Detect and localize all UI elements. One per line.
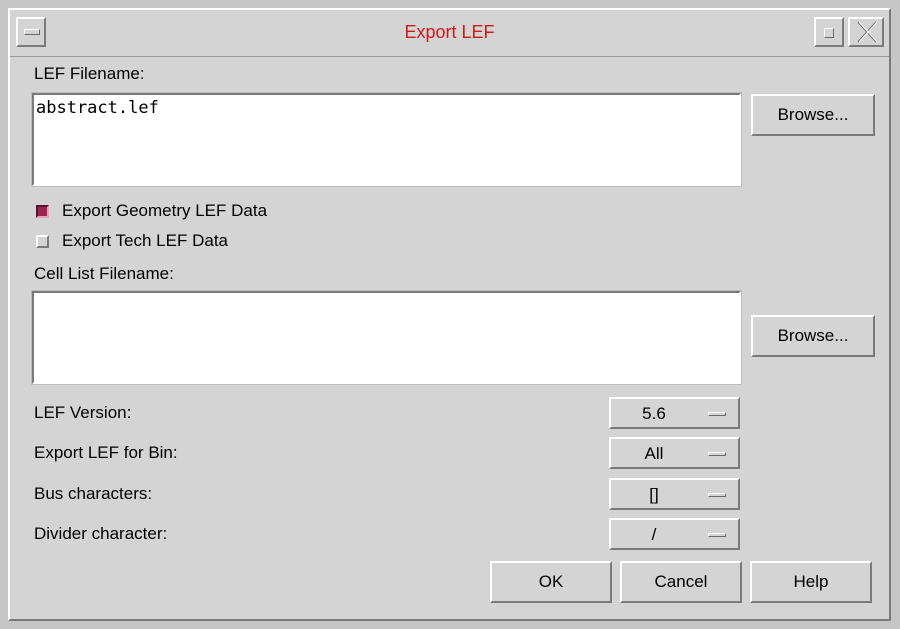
lef-version-select[interactable]: 5.6 bbox=[609, 397, 740, 429]
lef-version-label: LEF Version: bbox=[34, 403, 132, 422]
window-title: Export LEF bbox=[404, 22, 495, 42]
cell-list-input[interactable] bbox=[31, 290, 742, 385]
lef-version-value: 5.6 bbox=[642, 404, 666, 423]
option-menu-indicator-icon bbox=[708, 493, 726, 497]
lef-browse-button[interactable]: Browse... bbox=[751, 94, 875, 136]
help-button[interactable]: Help bbox=[750, 561, 872, 603]
bin-value: All bbox=[644, 444, 664, 463]
bus-chars-select[interactable]: [] bbox=[609, 478, 740, 510]
ok-button[interactable]: OK bbox=[490, 561, 612, 603]
bin-select[interactable]: All bbox=[609, 437, 740, 469]
close-icon[interactable] bbox=[848, 17, 884, 47]
tech-checkbox-label: Export Tech LEF Data bbox=[62, 231, 228, 250]
geometry-checkbox-label: Export Geometry LEF Data bbox=[62, 201, 268, 220]
divider-select[interactable]: / bbox=[609, 518, 740, 550]
cell-list-browse-button[interactable]: Browse... bbox=[751, 315, 875, 357]
title-bar[interactable]: Export LEF bbox=[10, 10, 889, 57]
tech-checkbox[interactable] bbox=[36, 235, 49, 248]
maximize-icon[interactable] bbox=[814, 17, 844, 47]
option-menu-indicator-icon bbox=[708, 533, 726, 537]
cell-list-label: Cell List Filename: bbox=[34, 264, 174, 283]
bin-label: Export LEF for Bin: bbox=[34, 443, 178, 462]
bus-chars-label: Bus characters: bbox=[34, 484, 153, 503]
lef-filename-label: LEF Filename: bbox=[34, 64, 145, 83]
lef-filename-input[interactable]: abstract.lef bbox=[31, 92, 742, 187]
cancel-button[interactable]: Cancel bbox=[620, 561, 742, 603]
option-menu-indicator-icon bbox=[708, 412, 726, 416]
bus-chars-value: [] bbox=[649, 485, 659, 504]
divider-value: / bbox=[651, 525, 657, 544]
divider-label: Divider character: bbox=[34, 524, 168, 543]
close-x-icon bbox=[857, 21, 878, 43]
option-menu-indicator-icon bbox=[708, 452, 726, 456]
geometry-checkbox[interactable] bbox=[36, 205, 49, 218]
